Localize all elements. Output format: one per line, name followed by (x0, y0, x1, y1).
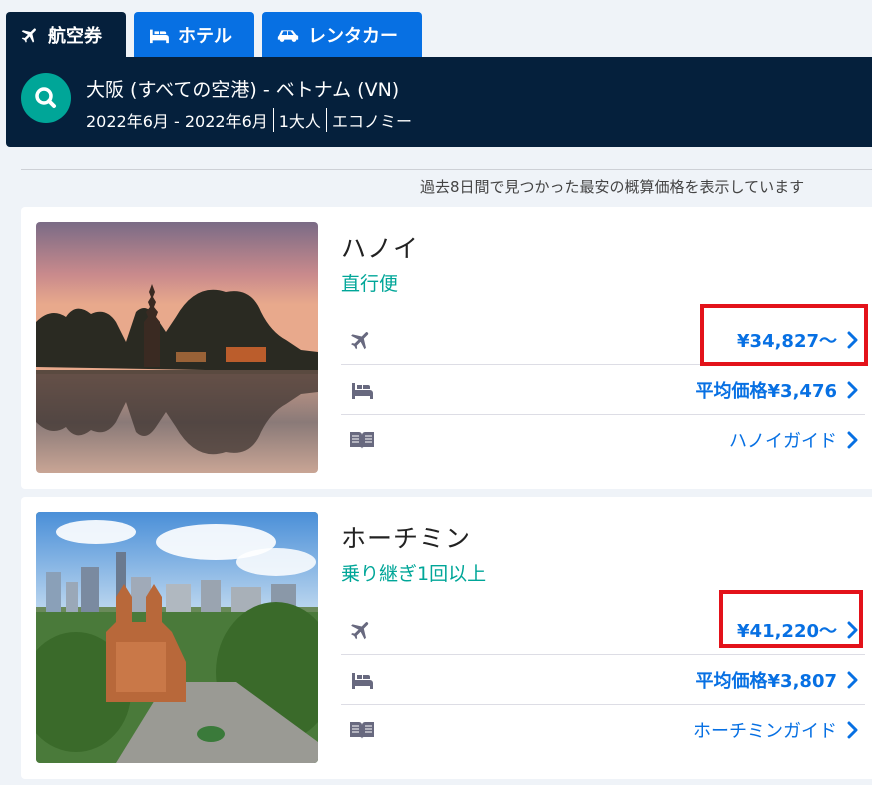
search-dates: 2022年6月 - 2022年6月 (86, 112, 268, 131)
destination-photo[interactable] (36, 222, 318, 473)
hotel-price-link[interactable]: 平均価格¥3,807 (696, 667, 865, 693)
price-highlight-box (719, 590, 863, 648)
flight-type: 乗り継ぎ1回以上 (341, 563, 487, 585)
chevron-right-icon (847, 721, 858, 739)
tab-flights[interactable]: 航空券 (6, 12, 126, 57)
guide-link[interactable]: ホーチミンガイド (693, 717, 865, 743)
guide-link[interactable]: ハノイガイド (729, 427, 865, 453)
search-summary[interactable]: 大阪 (すべての空港) - ベトナム (VN) 2022年6月 - 2022年6… (6, 57, 872, 147)
hotel-price-row[interactable]: 平均価格¥3,476 (341, 365, 865, 415)
tab-hotels[interactable]: ホテル (134, 12, 254, 57)
chevron-right-icon (847, 671, 858, 688)
product-tabs: 航空券 ホテル レンタカー (6, 12, 430, 57)
chevron-right-icon (847, 431, 858, 449)
flight-type: 直行便 (341, 273, 399, 295)
car-icon (277, 29, 299, 42)
hotel-price-link[interactable]: 平均価格¥3,476 (696, 377, 865, 403)
guide-label: ホーチミンガイド (693, 721, 837, 742)
search-icon[interactable] (21, 73, 71, 123)
bed-icon (349, 665, 379, 695)
search-details: 2022年6月 - 2022年6月 1大人 エコノミー (86, 108, 412, 132)
guide-row[interactable]: ホーチミンガイド (341, 705, 865, 755)
tab-label: 航空券 (48, 25, 102, 47)
search-cabin: エコノミー (331, 112, 412, 131)
book-icon (349, 715, 379, 745)
tab-label: ホテル (178, 25, 232, 47)
airplane-icon (349, 325, 379, 355)
divider (272, 108, 274, 132)
guide-row[interactable]: ハノイガイド (341, 415, 865, 465)
destination-city: ホーチミン (341, 524, 472, 553)
book-icon (349, 425, 379, 455)
guide-label: ハノイガイド (729, 431, 837, 452)
bed-icon (349, 375, 379, 405)
tab-label: レンタカー (308, 25, 398, 47)
search-route: 大阪 (すべての空港) - ベトナム (VN) (86, 79, 400, 101)
price-highlight-box (700, 304, 868, 366)
airplane-icon (21, 27, 36, 43)
destination-city: ハノイ (341, 234, 420, 263)
destination-photo[interactable] (36, 512, 318, 763)
hotel-price: 平均価格¥3,476 (695, 380, 837, 402)
search-travelers: 1大人 (278, 112, 321, 131)
divider (325, 108, 327, 132)
price-notice: 過去8日間で見つかった最安の概算価格を表示しています (420, 178, 805, 196)
hotel-price: 平均価格¥3,807 (695, 670, 837, 692)
divider (21, 169, 872, 170)
bed-icon (150, 29, 169, 43)
tab-car-hire[interactable]: レンタカー (262, 12, 422, 57)
hotel-price-row[interactable]: 平均価格¥3,807 (341, 655, 865, 705)
airplane-icon (349, 615, 379, 645)
chevron-right-icon (847, 381, 858, 398)
